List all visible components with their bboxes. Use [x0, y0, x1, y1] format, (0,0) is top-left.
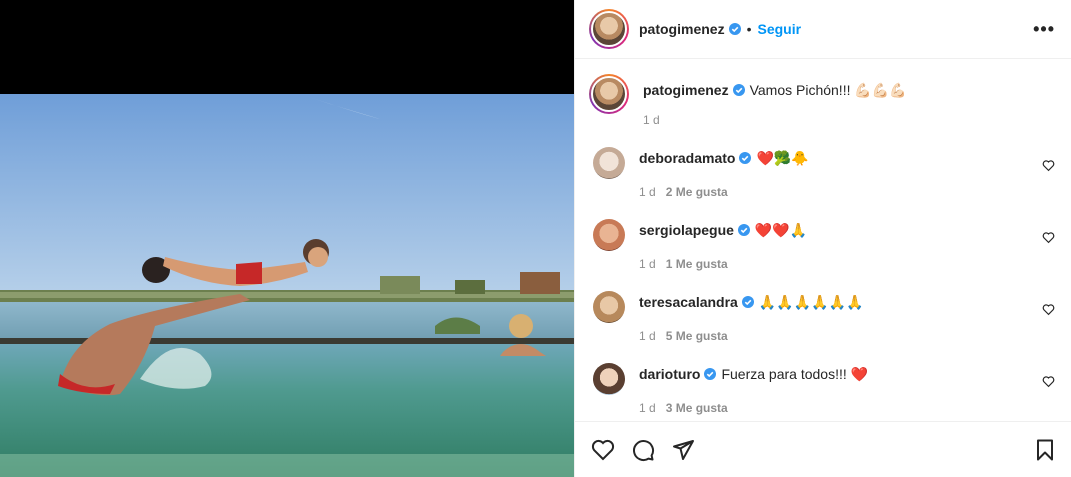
comment-text: Fuerza para todos!!! ❤️ [721, 366, 869, 382]
verified-badge-icon [728, 23, 741, 35]
post-media [0, 0, 574, 477]
comment-item: darioturo Fuerza para todos!!! ❤️ 1 d 3 Me… [589, 363, 1055, 417]
comment-likes[interactable]: 5 Me gusta [666, 329, 728, 343]
comment-item: sergiolapegue ❤️❤️🙏 1 d 1 Me gusta [589, 219, 1055, 273]
commenter-avatar[interactable] [593, 219, 625, 251]
verified-badge-icon [737, 224, 750, 236]
caption-time[interactable]: 1 d [643, 113, 660, 127]
more-options-icon[interactable]: ••• [1033, 19, 1055, 40]
separator-dot: • [746, 21, 752, 37]
like-heart-icon[interactable] [591, 438, 615, 462]
comment-text: ❤️🥦🐥 [756, 150, 809, 166]
post-photo[interactable] [0, 94, 574, 477]
author-username[interactable]: patogimenez [639, 21, 725, 37]
caption-text: Vamos Pichón!!! 💪🏻💪🏻💪🏻 [749, 82, 907, 98]
post-caption: patogimenez Vamos Pichón!!! 💪🏻💪🏻💪🏻 1 d [589, 74, 1055, 129]
comment-bubble-icon[interactable] [631, 438, 655, 462]
comment-username[interactable]: sergiolapegue [639, 222, 734, 238]
comment-likes[interactable]: 2 Me gusta [666, 185, 728, 199]
post-header: patogimenez • Seguir ••• [575, 0, 1071, 59]
like-comment-heart-icon[interactable] [1042, 159, 1055, 172]
comments-list[interactable]: patogimenez Vamos Pichón!!! 💪🏻💪🏻💪🏻 1 d de… [575, 60, 1071, 421]
verified-badge-icon [732, 84, 745, 96]
comment-time[interactable]: 1 d [639, 257, 656, 271]
caption-author-avatar[interactable] [589, 74, 629, 114]
post-side-panel: patogimenez • Seguir ••• patogimenez Vamo… [574, 0, 1071, 477]
commenter-avatar[interactable] [593, 147, 625, 179]
commenter-avatar[interactable] [593, 363, 625, 395]
comment-likes[interactable]: 3 Me gusta [666, 401, 728, 415]
comment-time[interactable]: 1 d [639, 185, 656, 199]
comment-text: ❤️❤️🙏 [754, 222, 808, 238]
comment-username[interactable]: darioturo [639, 366, 700, 382]
comment-text: 🙏🙏🙏🙏🙏🙏 [758, 294, 864, 310]
caption-username[interactable]: patogimenez [643, 82, 729, 98]
comment-item: teresacalandra 🙏🙏🙏🙏🙏🙏 1 d 5 Me gusta [589, 291, 1055, 345]
comment-likes[interactable]: 1 Me gusta [666, 257, 728, 271]
instagram-post-view: patogimenez • Seguir ••• patogimenez Vamo… [0, 0, 1071, 477]
comment-item: deboradamato ❤️🥦🐥 1 d 2 Me gusta [589, 147, 1055, 201]
comment-username[interactable]: deboradamato [639, 150, 735, 166]
save-bookmark-icon[interactable] [1033, 438, 1057, 462]
author-avatar[interactable] [589, 9, 629, 49]
like-comment-heart-icon[interactable] [1042, 231, 1055, 244]
comment-time[interactable]: 1 d [639, 401, 656, 415]
like-comment-heart-icon[interactable] [1042, 303, 1055, 316]
like-comment-heart-icon[interactable] [1042, 375, 1055, 388]
verified-badge-icon [704, 368, 717, 380]
verified-badge-icon [739, 152, 752, 164]
commenter-avatar[interactable] [593, 291, 625, 323]
verified-badge-icon [741, 296, 754, 308]
post-actions-bar [575, 421, 1071, 477]
share-send-icon[interactable] [671, 438, 695, 462]
comment-time[interactable]: 1 d [639, 329, 656, 343]
follow-button[interactable]: Seguir [757, 21, 801, 37]
comment-username[interactable]: teresacalandra [639, 294, 738, 310]
